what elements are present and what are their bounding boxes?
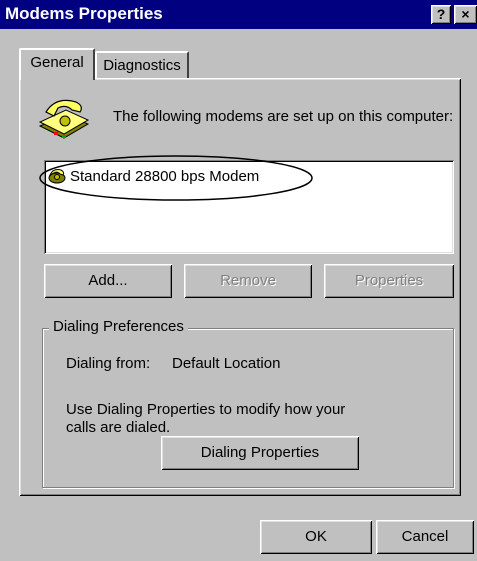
dialing-from-label: Dialing from: xyxy=(66,355,151,372)
remove-button-label: Remove xyxy=(220,272,276,289)
dialing-from-value: Default Location xyxy=(172,355,281,372)
ok-button[interactable]: OK xyxy=(260,520,372,554)
dialing-properties-button[interactable]: Dialing Properties xyxy=(161,436,359,470)
add-button-label: Add... xyxy=(88,272,128,289)
close-button[interactable]: × xyxy=(454,5,477,24)
group-label: Dialing Preferences xyxy=(49,318,188,335)
tab-diagnostics[interactable]: Diagnostics xyxy=(95,51,189,79)
tab-general-label: General xyxy=(30,54,84,71)
properties-button[interactable]: Properties xyxy=(324,264,454,298)
telephone-icon xyxy=(36,94,92,144)
remove-button[interactable]: Remove xyxy=(184,264,312,298)
tab-general[interactable]: General xyxy=(19,48,95,80)
help-button[interactable]: ? xyxy=(431,5,451,24)
dialing-properties-button-label: Dialing Properties xyxy=(200,444,320,461)
cancel-button-label: Cancel xyxy=(401,528,449,545)
title-bar[interactable]: Modems Properties ? × xyxy=(0,0,477,29)
tab-diagnostics-label: Diagnostics xyxy=(103,57,181,74)
cancel-button[interactable]: Cancel xyxy=(376,520,474,554)
ok-button-label: OK xyxy=(305,528,327,545)
window-title: Modems Properties xyxy=(5,4,163,23)
dialing-help-text: Use Dialing Properties to modify how you… xyxy=(66,401,346,436)
properties-button-label: Properties xyxy=(354,272,424,289)
intro-text: The following modems are set up on this … xyxy=(113,108,454,125)
add-button[interactable]: Add... xyxy=(44,264,172,298)
highlight-ellipse xyxy=(39,155,313,201)
